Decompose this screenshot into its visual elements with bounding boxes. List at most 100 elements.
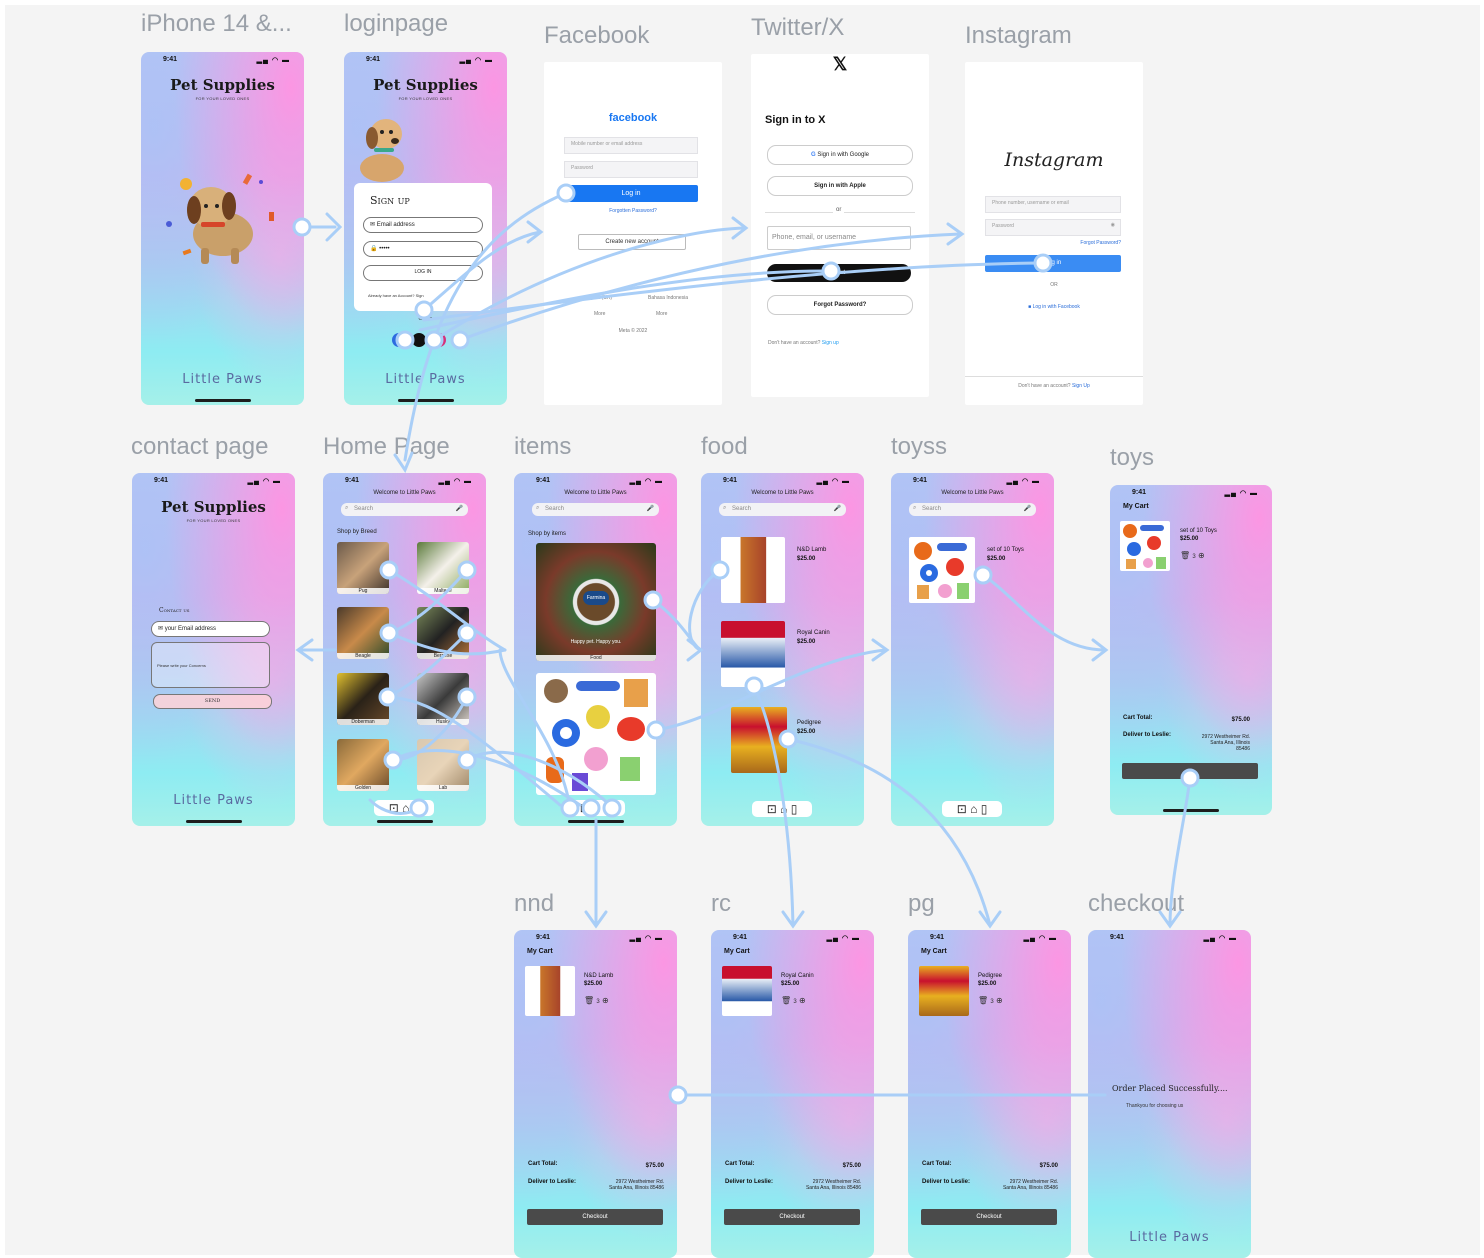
frame-label-checkout[interactable]: checkout: [1088, 890, 1184, 918]
fb-lang-english[interactable]: English (UK): [584, 295, 612, 301]
trash-icon[interactable]: 🗑: [584, 996, 594, 1005]
home-icon[interactable]: ⌂: [970, 802, 977, 816]
frame-label-rc[interactable]: rc: [711, 890, 731, 918]
trash-icon[interactable]: 🗑: [978, 996, 988, 1005]
frame-twitter[interactable]: 𝕏 Sign in to X G Sign in with Google Sig…: [751, 54, 929, 397]
breed-tile[interactable]: Doberman: [337, 673, 389, 725]
ig-signup-link[interactable]: Sign Up: [1072, 383, 1090, 389]
breed-tile[interactable]: Golden: [337, 739, 389, 791]
bottom-nav[interactable]: ⊡ ⌂ ▯: [565, 800, 625, 816]
frame-label-items[interactable]: items: [514, 433, 571, 461]
bottom-nav[interactable]: ⊡ ⌂ ▯: [752, 801, 812, 817]
x-apple-button[interactable]: Sign in with Apple: [767, 176, 913, 196]
cart-icon[interactable]: ⊡: [957, 802, 967, 816]
breed-tile[interactable]: Husky: [417, 673, 469, 725]
cart-icon[interactable]: ⊡: [389, 801, 399, 815]
frame-label-iphone[interactable]: iPhone 14 &...: [141, 10, 292, 38]
plus-icon[interactable]: ⊕: [1198, 551, 1205, 560]
fb-more-2[interactable]: More: [656, 311, 667, 317]
search-bar[interactable]: ⌕ Search 🎤: [909, 503, 1036, 516]
cart-icon[interactable]: ⊡: [767, 802, 777, 816]
search-bar[interactable]: ⌕ Search 🎤: [719, 503, 846, 516]
frame-label-contact[interactable]: contact page: [131, 433, 268, 461]
quantity-stepper[interactable]: 🗑 3 ⊕: [1180, 551, 1205, 560]
frame-nnd-cart[interactable]: 9:41 ▂▄ ◠ ▬ My Cart N&D Lamb $25.00 🗑 3 ⊕…: [514, 930, 677, 1258]
x-forgot-button[interactable]: Forgot Password?: [767, 295, 913, 315]
frame-label-toys[interactable]: toys: [1110, 444, 1154, 472]
frame-contact[interactable]: 9:41 ▂▄ ◠ ▬ Pet Supplies FOR YOUR LOVED O…: [132, 473, 295, 826]
instagram-login-icon[interactable]: [432, 333, 446, 347]
product-image[interactable]: [731, 707, 787, 773]
frame-label-twitter[interactable]: Twitter/X: [751, 14, 844, 42]
fb-more-1[interactable]: More: [594, 311, 605, 317]
frame-home[interactable]: 9:41 ▂▄ ◠ ▬ Welcome to Little Paws ⌕ Searc…: [323, 473, 486, 826]
checkout-button[interactable]: Checkout: [527, 1209, 663, 1225]
phone-icon[interactable]: ▯: [981, 802, 988, 816]
food-category-tile[interactable]: Farmina Happy pet. Happy you. Food: [536, 543, 656, 661]
fb-lang-bahasa[interactable]: Bahasa Indonesia: [648, 295, 688, 301]
toys-category-tile[interactable]: [536, 673, 656, 795]
email-field[interactable]: ✉ Email address: [363, 217, 483, 233]
fb-forgot-link[interactable]: Forgotten Password?: [544, 208, 722, 214]
phone-icon[interactable]: ▯: [413, 801, 420, 815]
quantity-stepper[interactable]: 🗑 3 ⊕: [781, 996, 806, 1005]
breed-tile[interactable]: Lab: [417, 739, 469, 791]
quantity-stepper[interactable]: 🗑 3 ⊕: [584, 996, 609, 1005]
already-account-text[interactable]: Already have an Account? Sign: [368, 293, 424, 298]
contact-email-field[interactable]: ✉ your Email address: [151, 621, 270, 637]
frame-label-login[interactable]: loginpage: [344, 10, 448, 38]
home-icon[interactable]: ⌂: [593, 801, 600, 815]
facebook-login-icon[interactable]: [392, 333, 406, 347]
checkout-button[interactable]: Checkout: [921, 1209, 1057, 1225]
phone-icon[interactable]: ▯: [791, 802, 798, 816]
frame-label-facebook[interactable]: Facebook: [544, 22, 649, 50]
ig-password-field[interactable]: Password ◉: [985, 219, 1121, 236]
product-image[interactable]: [721, 621, 785, 687]
breed-tile[interactable]: Bernese: [417, 607, 469, 659]
frame-label-pg[interactable]: pg: [908, 890, 935, 918]
ig-facebook-login[interactable]: ■ Log in with Facebook: [965, 304, 1143, 310]
bottom-nav[interactable]: ⊡ ⌂ ▯: [942, 801, 1002, 817]
frame-label-food[interactable]: food: [701, 433, 748, 461]
frame-pg-cart[interactable]: 9:41 ▂▄ ◠ ▬ My Cart Pedigree $25.00 🗑 3 ⊕…: [908, 930, 1071, 1258]
phone-icon[interactable]: ▯: [604, 801, 611, 815]
x-phone-field[interactable]: Phone, email, or username: [767, 226, 911, 250]
frame-login[interactable]: 9:41 ▂▄ ◠ ▬ Pet Supplies FOR YOUR LOVED O…: [344, 52, 507, 405]
trash-icon[interactable]: 🗑: [781, 996, 791, 1005]
frame-label-home[interactable]: Home Page: [323, 433, 450, 461]
x-next-button[interactable]: Next: [767, 264, 911, 282]
fb-mobile-field[interactable]: Mobile number or email address: [564, 137, 698, 154]
fb-password-field[interactable]: Password: [564, 161, 698, 178]
fb-login-button[interactable]: Log in: [564, 185, 698, 202]
checkout-button[interactable]: [1122, 763, 1258, 779]
plus-icon[interactable]: ⊕: [799, 996, 806, 1005]
frame-rc-cart[interactable]: 9:41 ▂▄ ◠ ▬ My Cart Royal Canin $25.00 🗑 …: [711, 930, 874, 1258]
home-icon[interactable]: ⌂: [402, 801, 409, 815]
send-button[interactable]: SEND: [153, 694, 272, 709]
checkout-button[interactable]: Checkout: [724, 1209, 860, 1225]
plus-icon[interactable]: ⊕: [996, 996, 1003, 1005]
x-login-icon[interactable]: [412, 333, 426, 347]
product-image[interactable]: [721, 537, 785, 603]
contact-concern-field[interactable]: Please write your Concerns: [151, 642, 270, 688]
bottom-nav[interactable]: ⊡ ⌂ ▯: [374, 800, 434, 816]
breed-tile[interactable]: Pug: [337, 542, 389, 594]
home-icon[interactable]: ⌂: [780, 802, 787, 816]
cart-icon[interactable]: ⊡: [580, 801, 590, 815]
ig-user-field[interactable]: Phone number, username or email: [985, 196, 1121, 213]
product-image[interactable]: [909, 537, 975, 603]
frame-label-instagram[interactable]: Instagram: [965, 22, 1072, 50]
frame-label-nnd[interactable]: nnd: [514, 890, 554, 918]
frame-checkout[interactable]: 9:41 ▂▄ ◠ ▬ Order Placed Successfully....…: [1088, 930, 1251, 1258]
frame-toyss[interactable]: 9:41 ▂▄ ◠ ▬ Welcome to Little Paws ⌕ Searc…: [891, 473, 1054, 826]
search-bar[interactable]: ⌕ Search 🎤: [532, 503, 659, 516]
login-button[interactable]: LOG IN: [363, 265, 483, 281]
search-bar[interactable]: ⌕ Search 🎤: [341, 503, 468, 516]
frame-iphone[interactable]: 9:41 ▂▄ ◠ ▬ Pet Supplies FOR YOUR LOVED O…: [141, 52, 304, 405]
x-google-button[interactable]: G Sign in with Google: [767, 145, 913, 165]
ig-login-button[interactable]: Log in: [985, 255, 1121, 272]
frame-instagram[interactable]: Instagram Phone number, username or emai…: [965, 62, 1143, 405]
frame-food[interactable]: 9:41 ▂▄ ◠ ▬ Welcome to Little Paws ⌕ Searc…: [701, 473, 864, 826]
breed-tile[interactable]: Maltese: [417, 542, 469, 594]
plus-icon[interactable]: ⊕: [602, 996, 609, 1005]
